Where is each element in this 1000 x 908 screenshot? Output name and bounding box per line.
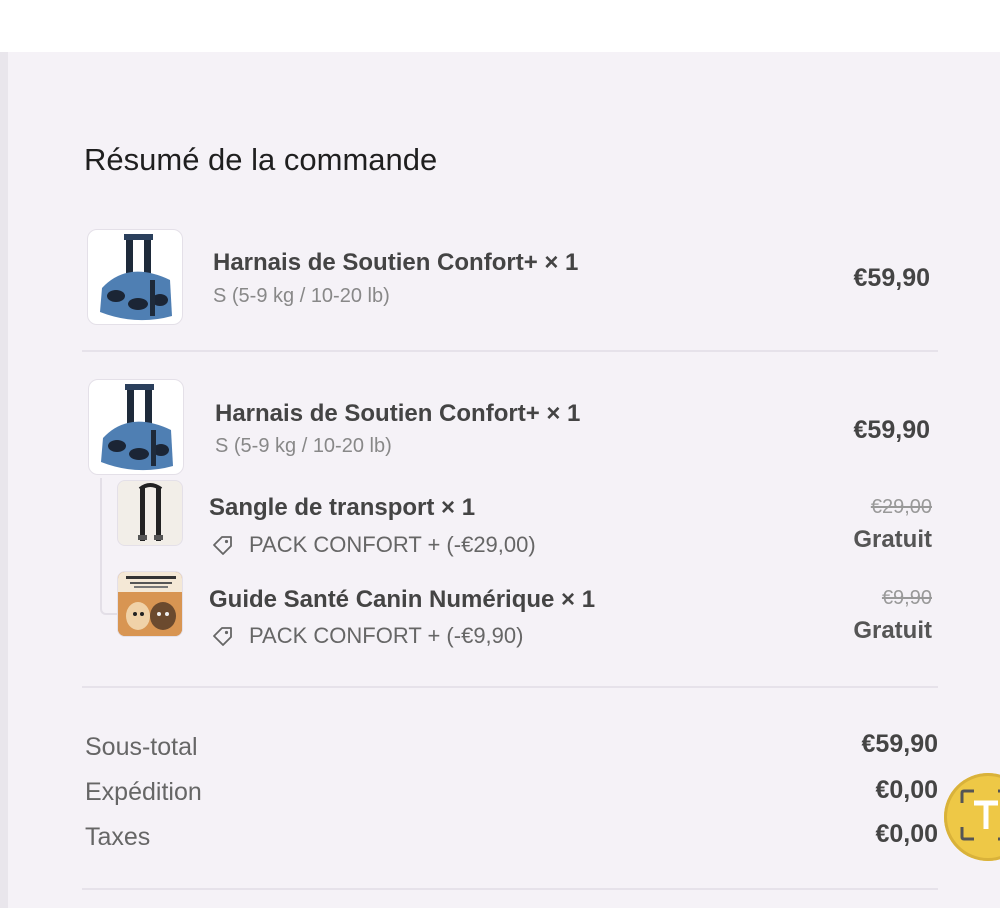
product-image-harness [88,379,184,475]
tag-icon [213,536,232,555]
divider [82,686,938,688]
bundle-price: Gratuit [853,526,932,553]
strap-icon [138,483,163,541]
bundle-discount: PACK CONFORT + (-€9,90) [211,623,523,649]
item-price: €59,90 [853,416,930,444]
item-name: Harnais de Soutien Confort+ × 1 [215,400,581,427]
product-image-strap [117,480,183,546]
item-price: €59,90 [853,264,930,292]
order-summary-title: Résumé de la commande [84,142,438,177]
text-scan-icon [960,789,1000,841]
taxes-value: €0,00 [875,820,938,848]
divider [82,350,938,352]
harness-icon [101,384,173,471]
subtotal-label: Sous-total [85,733,198,761]
item-name: Harnais de Soutien Confort+ × 1 [213,249,579,276]
bundle-original-price: €29,00 [870,496,932,518]
product-image-harness [87,229,183,325]
harness-icon [100,234,172,321]
item-variant: S (5-9 kg / 10-20 lb) [215,435,392,457]
bundle-discount-label: PACK CONFORT + (-€29,00) [249,532,536,557]
bundle-original-price: €9,90 [881,587,932,609]
bundle-discount: PACK CONFORT + (-€29,00) [211,532,536,558]
subtotal-value: €59,90 [861,730,938,758]
product-image-guide [117,571,183,637]
bundle-item-name: Sangle de transport × 1 [209,494,476,521]
shipping-label: Expédition [85,778,202,806]
shipping-value: €0,00 [875,776,938,804]
taxes-label: Taxes [85,823,151,851]
bundle-price: Gratuit [853,617,932,644]
guide-book-icon [118,572,182,636]
bundle-item-name: Guide Santé Canin Numérique × 1 [209,586,596,613]
bundle-discount-label: PACK CONFORT + (-€9,90) [249,623,524,648]
tag-icon [213,627,232,646]
divider [82,888,938,890]
item-variant: S (5-9 kg / 10-20 lb) [213,285,390,307]
